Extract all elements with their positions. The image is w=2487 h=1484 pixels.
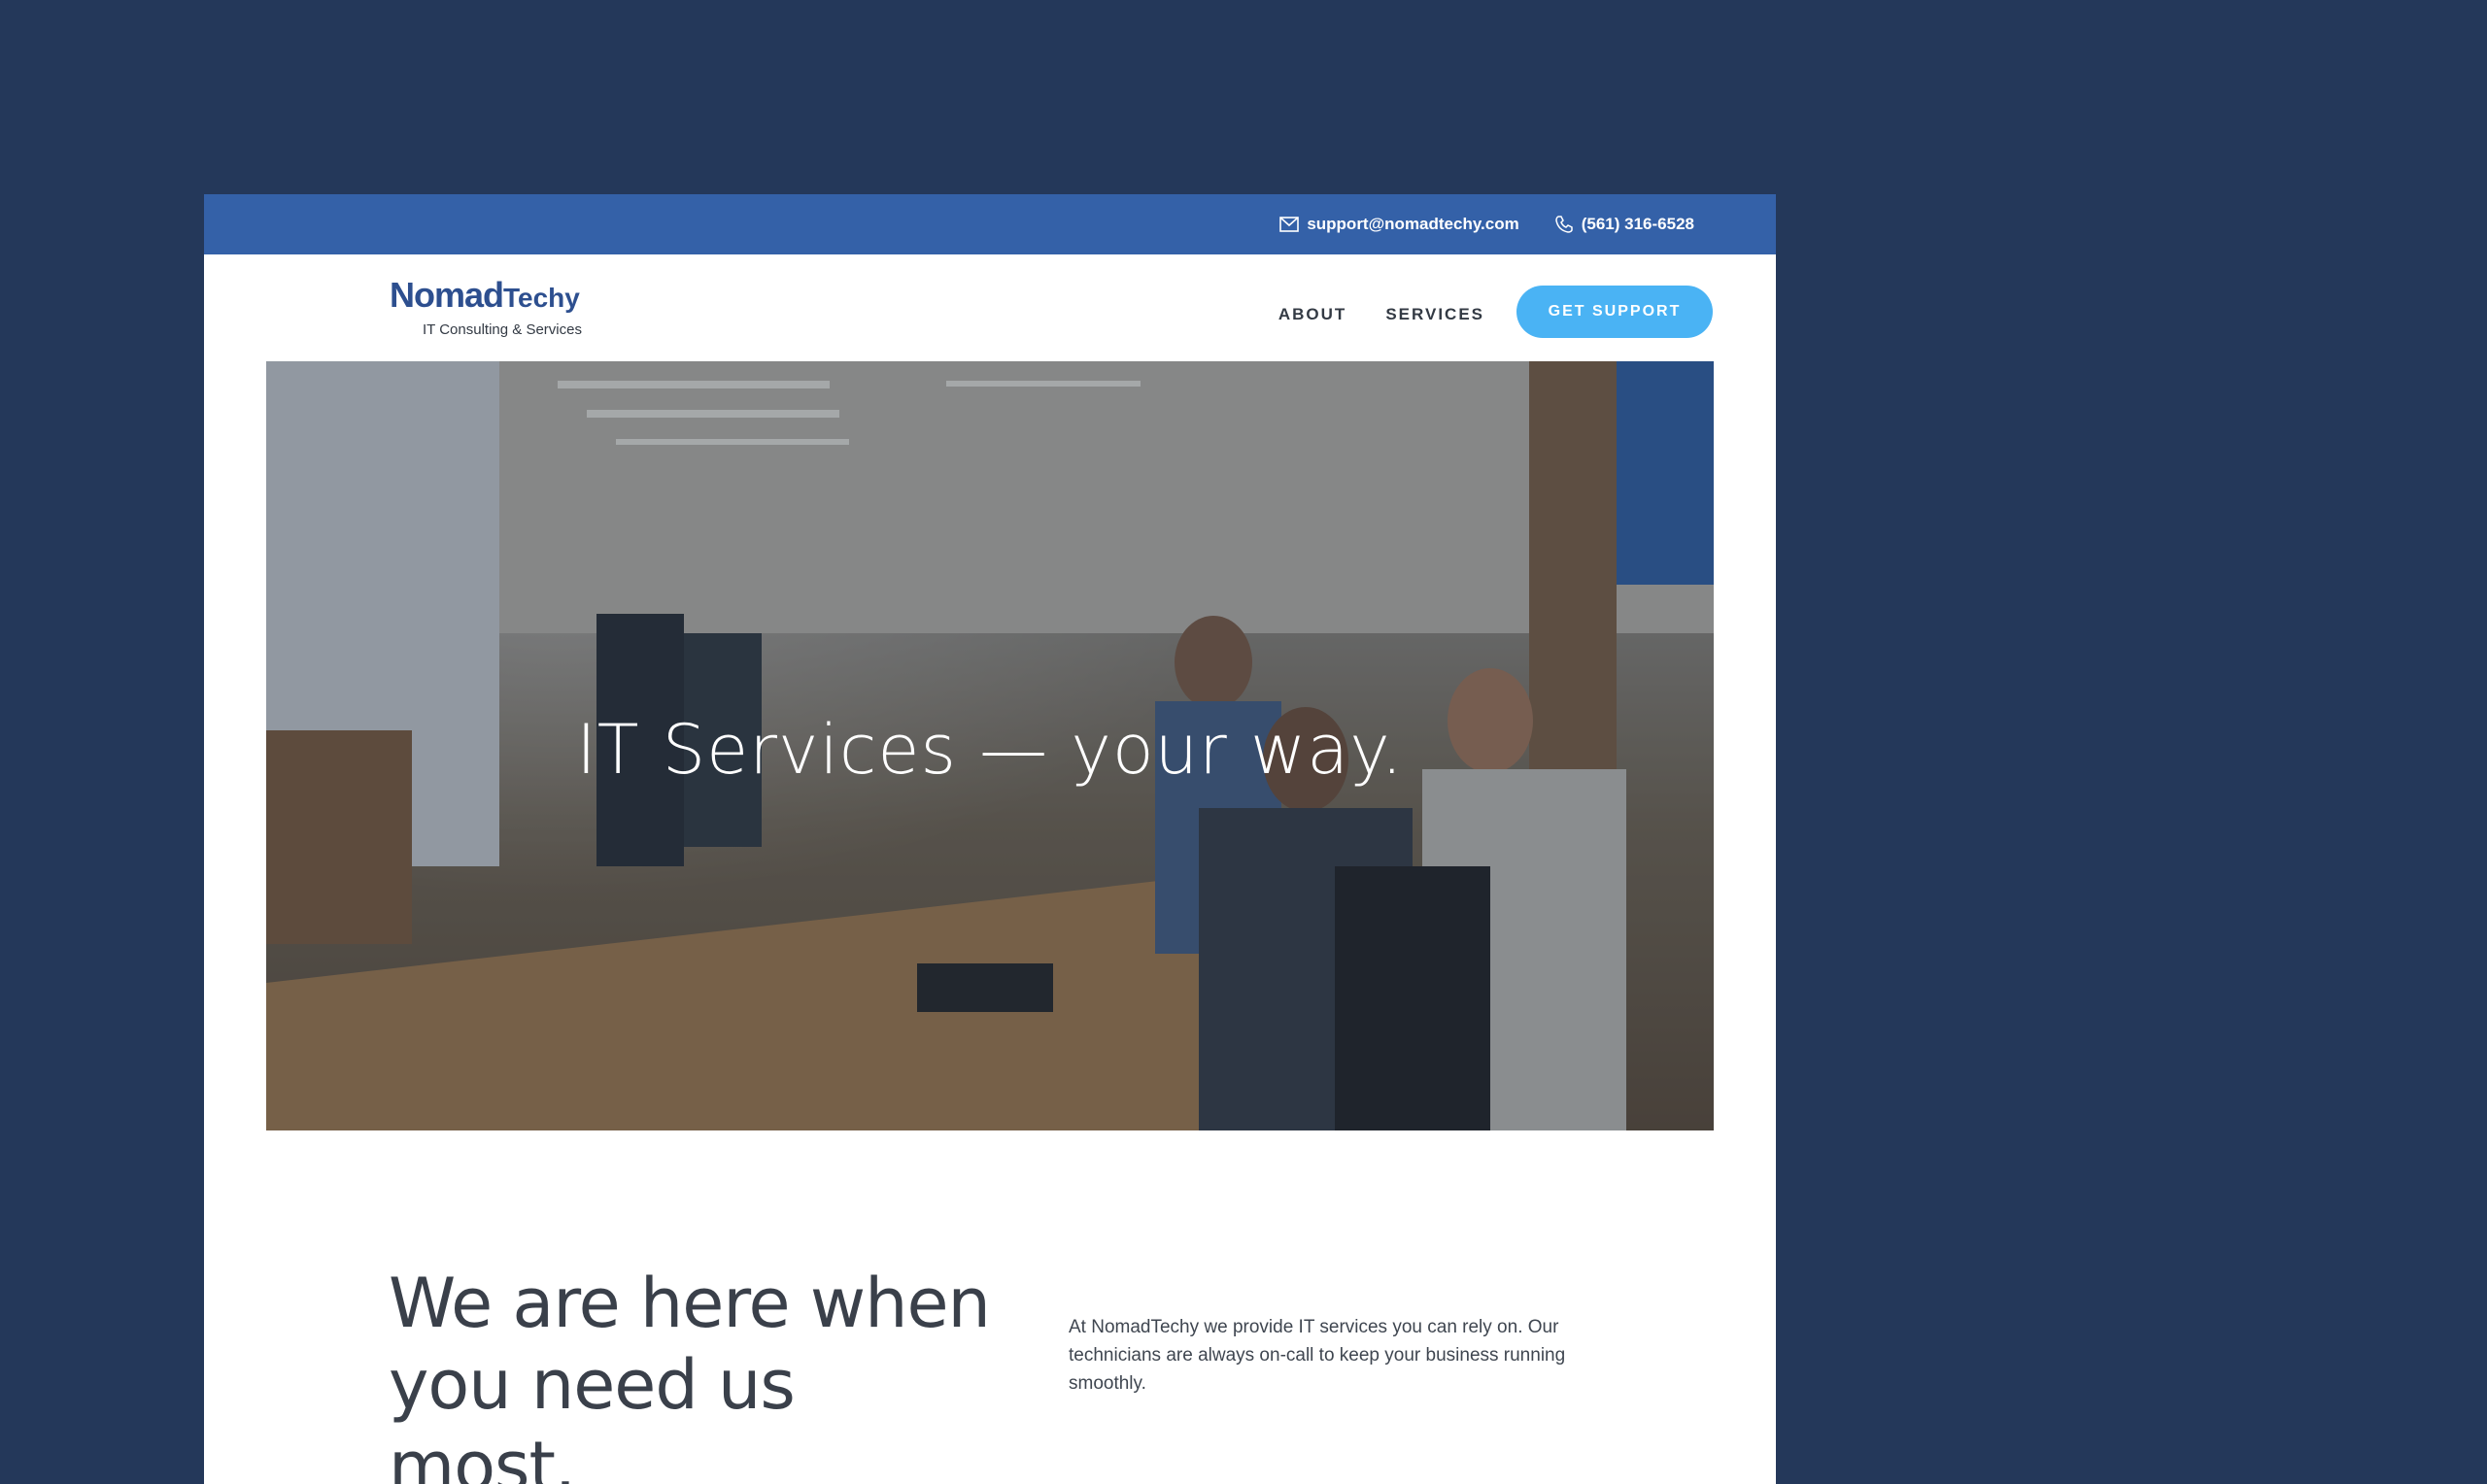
logo-tagline: IT Consulting & Services — [423, 321, 582, 338]
hero-banner: IT Services — your way. — [266, 361, 1714, 1130]
get-support-button[interactable]: GET SUPPORT — [1516, 286, 1713, 338]
nav-item-about[interactable]: ABOUT — [1278, 305, 1346, 324]
logo[interactable]: NomadTechy IT Consulting & Services — [390, 278, 582, 339]
phone-link[interactable]: (561) 316-6528 — [1554, 215, 1694, 234]
hero-title: IT Services — your way. — [576, 709, 1404, 790]
logo-name-part1: Nomad — [390, 275, 504, 315]
top-contact-bar: support@nomadtechy.com (561) 316-6528 — [204, 194, 1776, 254]
nav-menu: ABOUT SERVICES — [1278, 305, 1484, 324]
nav-item-services[interactable]: SERVICES — [1385, 305, 1484, 324]
intro-heading: We are here when you need us most. — [389, 1264, 991, 1484]
phone-icon — [1554, 216, 1573, 233]
email-text: support@nomadtechy.com — [1307, 215, 1519, 233]
email-link[interactable]: support@nomadtechy.com — [1279, 215, 1519, 234]
envelope-icon — [1279, 217, 1300, 232]
website-frame: support@nomadtechy.com (561) 316-6528 No… — [204, 194, 1776, 1484]
logo-name-part2: Techy — [503, 283, 580, 313]
logo-wordmark: NomadTechy — [390, 278, 582, 316]
main-navigation: NomadTechy IT Consulting & Services ABOU… — [204, 254, 1776, 361]
phone-text: (561) 316-6528 — [1581, 215, 1694, 233]
intro-body: At NomadTechy we provide IT services you… — [1069, 1317, 1566, 1394]
